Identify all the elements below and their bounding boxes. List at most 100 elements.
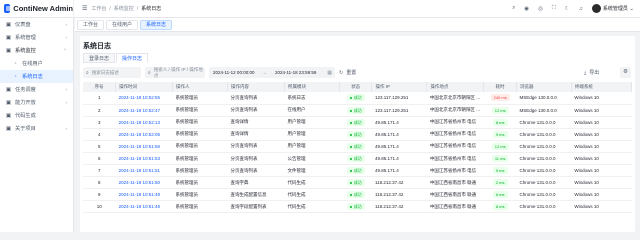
date-range-picker[interactable]: 2024-11-12 00:00:00 → 2024-11-18 23:59:5…	[209, 67, 335, 78]
reset-button[interactable]: ↻ 重置	[339, 67, 356, 78]
page-tab[interactable]: 系统日志	[140, 19, 173, 30]
search-icon[interactable]: ⌕	[512, 5, 515, 12]
chevron-icon: ›	[65, 126, 68, 131]
menu-collapse-icon[interactable]: ☰	[82, 5, 87, 12]
browser-cell: Chrome 131.0.0.0	[516, 164, 572, 178]
status-cell: 成功	[339, 164, 372, 178]
export-button[interactable]: ⤓ 导出	[584, 67, 599, 78]
operator-search-input[interactable]: ⌕ 搜索人 / 操作 IP / 操作地点	[145, 67, 205, 78]
column-header: 操作人	[172, 82, 228, 92]
content-cell: 查询详情	[227, 116, 285, 129]
time-cell[interactable]: 2024-11-18 10:51:49	[115, 188, 173, 202]
duration-badge: 2 ms	[492, 179, 508, 187]
duration-badge: 6 ms	[492, 191, 508, 199]
table-row[interactable]: 10 2024-11-18 10:51:49 系统管理员 查询字段配置列表 代码生成 成功…	[83, 200, 632, 214]
operator-cell: 系统管理员	[172, 176, 228, 190]
ip-cell: 49.85.171.4	[371, 116, 427, 129]
status-badge: 成功	[346, 106, 365, 114]
time-cell[interactable]: 2024-11-18 10:52:05	[115, 128, 173, 141]
chevron-icon: ›	[65, 100, 68, 105]
time-cell[interactable]: 2024-11-18 10:52:55	[115, 92, 173, 105]
open-icon: ▣	[5, 99, 12, 106]
time-cell[interactable]: 2024-11-18 10:51:50	[115, 176, 173, 190]
search-icon: ⌕	[86, 69, 89, 76]
app-root: ContiNew Admin ☰ 工作台 / 系统监控 / 系统日志 ⌕ ◉ ◎ ⛶…	[0, 0, 640, 232]
content-cell: 分页查询列表	[227, 140, 285, 153]
duration-cell: 2 ms	[483, 176, 517, 190]
reset-label: 重置	[346, 70, 357, 76]
sidebar-item-label: 系统管理	[15, 35, 36, 41]
time-cell[interactable]: 2024-11-18 10:51:51	[115, 164, 173, 178]
table-row[interactable]: 8 2024-11-18 10:51:50 系统管理员 查询字典 代码生成 成功 118.2…	[83, 176, 632, 190]
table-row[interactable]: 4 2024-11-18 10:52:05 系统管理员 查询详情 用户管理 成功 49.85…	[83, 128, 632, 141]
time-cell[interactable]: 2024-11-18 10:51:49	[115, 200, 173, 214]
status-cell: 成功	[339, 152, 372, 166]
table-row[interactable]: 6 2024-11-18 10:51:53 系统管理员 分页查询列表 公告管理 成功 49.…	[83, 152, 632, 166]
time-cell[interactable]: 2024-11-18 10:52:13	[115, 116, 173, 129]
sidebar-item[interactable]: ▣ 代码生成	[0, 109, 73, 122]
table-row[interactable]: 1 2024-11-18 10:52:55 系统管理员 分页查询列表 系统日志 成功 123…	[83, 92, 632, 105]
browser-cell: Chrome 131.0.0.0	[516, 188, 572, 202]
module-cell: 代码生成	[284, 176, 340, 190]
sidebar-item[interactable]: ◦ 系统日志	[0, 70, 73, 83]
time-cell[interactable]: 2024-11-18 10:51:56	[115, 140, 173, 153]
sidebar-item[interactable]: ▣ 系统管理 ›	[0, 31, 73, 44]
ip-cell: 118.212.37.42	[371, 188, 427, 202]
fullscreen-icon[interactable]: ⛶	[552, 5, 556, 12]
status-badge: 成功	[346, 179, 365, 187]
github-icon[interactable]: ◎	[538, 6, 543, 12]
os-cell: Windows 10	[571, 188, 632, 202]
operator-cell: 系统管理员	[172, 116, 228, 129]
breadcrumb-item[interactable]: 工作台	[91, 5, 106, 12]
sidebar-item-label: 能力开放	[15, 100, 36, 106]
ip-cell: 49.85.171.4	[371, 140, 427, 153]
status-cell: 成功	[339, 176, 372, 190]
user-menu[interactable]: 系统管理员 ⌄	[591, 4, 634, 13]
date-end: 2024-11-18 23:59:59	[274, 70, 317, 75]
description-search-input[interactable]: ⌕ 搜索日志描述	[83, 67, 141, 78]
table-row[interactable]: 5 2024-11-18 10:51:56 系统管理员 分页查询列表 用户管理 成功 49.…	[83, 140, 632, 153]
content-cell: 查询字段配置列表	[227, 200, 285, 214]
sidebar-item[interactable]: ▣ 仪表盘 ›	[0, 18, 73, 31]
page-tab[interactable]: 工作台	[77, 19, 105, 30]
calendar-icon: ▦	[327, 69, 332, 76]
sidebar: ▣ 仪表盘 › ▣ 系统管理 › ▣ 系统监控 ⌃ ◦ 在线用户 ◦ 系统日志 ▣ 任务调度 › ▣ 能力开放 › ▣…	[0, 18, 74, 232]
brand[interactable]: ContiNew Admin	[0, 0, 74, 18]
arrow-right-icon: →	[262, 70, 267, 75]
sidebar-item[interactable]: ▣ 任务调度 ›	[0, 83, 73, 96]
status-badge: 成功	[346, 130, 365, 138]
status-badge: 成功	[346, 94, 365, 102]
time-cell[interactable]: 2024-11-18 10:51:53	[115, 152, 173, 166]
location-cell: 中国江苏省扬州市 电信	[426, 152, 484, 166]
breadcrumb-item[interactable]: 系统监控	[114, 5, 134, 12]
time-cell[interactable]: 2024-11-18 10:52:47	[115, 104, 173, 117]
ip-cell: 118.212.37.42	[371, 200, 427, 214]
log-table: 序号 操作时间 操作人 操作内容 所属模块 状态 操作 IP 操作地点 耗时 浏览器 终端系统 12…	[83, 82, 633, 214]
gitee-icon[interactable]: ◉	[524, 6, 529, 12]
module-cell: 在线用户	[284, 104, 340, 117]
table-row[interactable]: 2 2024-11-18 10:52:47 系统管理员 分页查询列表 在线用户 成功 123…	[83, 104, 632, 117]
info-icon: ▣	[5, 125, 12, 132]
sidebar-item[interactable]: ▣ 关于项目 ›	[0, 122, 73, 135]
status-badge: 成功	[346, 155, 365, 163]
page-tab[interactable]: 在线用户	[106, 19, 139, 30]
bell-icon[interactable]: ♫	[579, 6, 583, 12]
breadcrumb-separator-icon: /	[136, 5, 139, 12]
ip-cell: 123.117.129.251	[371, 104, 427, 117]
duration-cell: 9 ms	[483, 164, 517, 178]
column-settings-button[interactable]: ⚙	[620, 67, 631, 78]
sidebar-item[interactable]: ▣ 能力开放 ›	[0, 96, 73, 109]
theme-toggle-icon[interactable]: ☾	[565, 6, 570, 12]
sidebar-item[interactable]: ▣ 系统监控 ⌃	[0, 44, 73, 57]
schedule-icon: ▣	[5, 86, 12, 93]
table-row[interactable]: 9 2024-11-18 10:51:49 系统管理员 查询生成配置信息 代码生成 成功 1…	[83, 188, 632, 202]
sidebar-item[interactable]: ◦ 在线用户	[0, 57, 73, 70]
sidebar-item-label: 在线用户	[22, 61, 43, 67]
date-start: 2024-11-12 00:00:00	[213, 70, 255, 75]
os-cell: Windows 10	[571, 116, 632, 129]
table-row[interactable]: 7 2024-11-18 10:51:51 系统管理员 分页查询列表 文件管理 成功 49.…	[83, 164, 632, 178]
log-type-tab[interactable]: 操作日志	[116, 53, 149, 63]
user-name: 系统管理员	[602, 5, 628, 12]
log-type-tab[interactable]: 登录日志	[83, 53, 116, 63]
table-row[interactable]: 3 2024-11-18 10:52:13 系统管理员 查询详情 用户管理 成功 49.85…	[83, 116, 632, 129]
